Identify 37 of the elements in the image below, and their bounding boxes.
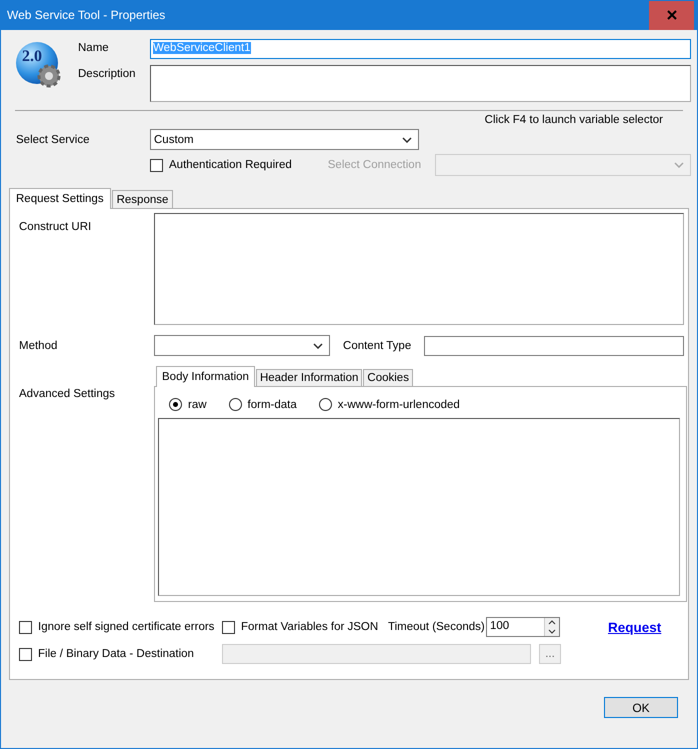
field-label: Name [78, 41, 110, 54]
option-checkbox[interactable]: Format Variables for JSON [222, 620, 388, 634]
tab[interactable]: Header Information [256, 369, 362, 386]
tab[interactable]: Body Information [156, 366, 255, 387]
field-label: Method [19, 340, 58, 352]
service-dropdown[interactable]: Custom [150, 129, 419, 150]
radio-option[interactable]: raw [169, 398, 207, 411]
option-checkbox[interactable]: Ignore self signed certificate errors [19, 620, 222, 634]
uri-field[interactable] [154, 213, 684, 325]
field-label: Select Connection [328, 159, 422, 171]
field-label: Advanced Settings [19, 387, 116, 400]
field-label: Timeout (Seconds) [388, 621, 486, 633]
field-label: Description [78, 67, 137, 80]
radio-option[interactable]: form-data [228, 398, 297, 411]
tab[interactable]: Response [112, 190, 174, 208]
caret-icon [313, 342, 324, 348]
field-label: Content Type [343, 340, 412, 352]
method-dropdown[interactable] [154, 335, 330, 356]
body-field[interactable] [158, 418, 680, 596]
caret-icon [402, 136, 412, 142]
window-title: Web Service Tool - Properties [6, 8, 166, 22]
close-icon [666, 10, 676, 20]
tab[interactable]: Request Settings [9, 188, 111, 209]
request-link[interactable]: Request [608, 620, 662, 634]
ok-button[interactable]: OK [604, 697, 678, 718]
field-label: Construct URI [19, 220, 92, 233]
description-field[interactable] [150, 65, 691, 102]
content-type-field[interactable] [424, 336, 684, 356]
field-label: Select Service [15, 134, 91, 146]
tab[interactable]: Cookies [363, 369, 413, 386]
timeout-spinner[interactable]: 100 [486, 617, 560, 637]
hint-text: Click F4 to launch variable selector [484, 114, 663, 126]
authentication-checkbox[interactable]: Authentication Required [150, 158, 292, 172]
field-value: WebServiceClient1 [153, 42, 251, 54]
radio-option[interactable]: x-www-form-urlencoded [318, 398, 460, 411]
close-button[interactable] [649, 0, 694, 30]
caret-icon [674, 162, 684, 168]
